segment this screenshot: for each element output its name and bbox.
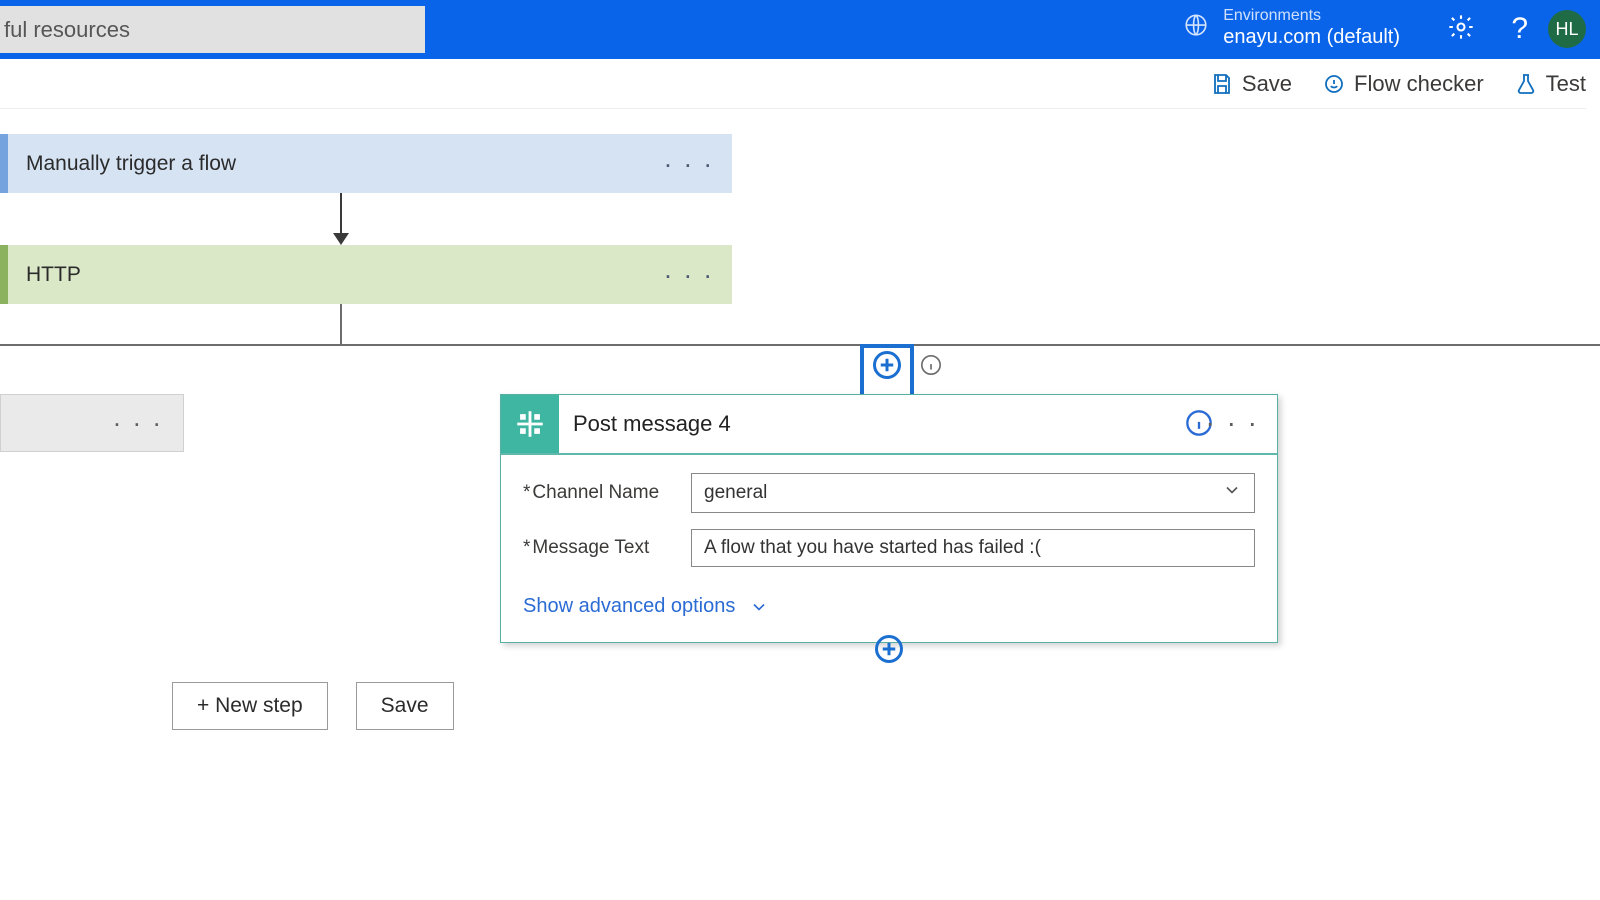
connector-line: [340, 304, 342, 344]
flow-checker-action[interactable]: Flow checker: [1322, 71, 1484, 97]
ellipsis-icon[interactable]: · · ·: [1205, 407, 1259, 439]
help-icon[interactable]: ?: [1511, 12, 1528, 46]
slack-icon: [501, 395, 559, 453]
test-action[interactable]: Test: [1514, 71, 1586, 97]
chevron-down-icon: [749, 597, 769, 617]
http-card[interactable]: HTTP · · ·: [0, 245, 732, 304]
post-message-header[interactable]: Post message 4 · · ·: [501, 395, 1277, 453]
globe-icon: [1183, 12, 1209, 43]
arrow-down-icon: [340, 193, 342, 243]
save-button[interactable]: Save: [356, 682, 454, 730]
bottom-buttons: + New step Save: [172, 682, 454, 730]
info-icon[interactable]: [920, 354, 942, 381]
branch-left-card[interactable]: · · ·: [0, 394, 184, 452]
branch-line: [0, 344, 1600, 346]
ellipsis-icon[interactable]: · · ·: [664, 148, 714, 179]
message-text-input[interactable]: [691, 529, 1255, 567]
top-bar: Environments enayu.com (default) ? HL: [0, 0, 1600, 59]
search-input[interactable]: [0, 6, 425, 53]
channel-name-select[interactable]: general: [691, 473, 1255, 513]
add-step-plus-icon[interactable]: [874, 634, 904, 669]
ellipsis-icon[interactable]: · · ·: [664, 259, 714, 290]
settings-icon[interactable]: [1447, 13, 1475, 46]
action-bar: Save Flow checker Test: [0, 59, 1586, 109]
post-message-title: Post message 4: [573, 411, 731, 437]
post-message-card: Post message 4 · · · *Channel Name gener…: [500, 394, 1278, 643]
plus-circle-icon[interactable]: [872, 348, 902, 385]
ellipsis-icon[interactable]: · · ·: [113, 408, 163, 439]
message-text-label: *Message Text: [523, 537, 691, 559]
trigger-title: Manually trigger a flow: [26, 152, 236, 176]
trigger-card[interactable]: Manually trigger a flow · · ·: [0, 134, 732, 193]
show-advanced-link[interactable]: Show advanced options: [523, 595, 769, 618]
avatar[interactable]: HL: [1548, 10, 1586, 48]
new-step-button[interactable]: + New step: [172, 682, 328, 730]
http-title: HTTP: [26, 263, 81, 287]
save-action[interactable]: Save: [1210, 71, 1292, 97]
chevron-down-icon: [1222, 480, 1242, 506]
environment-text: Environments enayu.com (default): [1223, 6, 1400, 49]
environment-picker[interactable]: Environments enayu.com (default): [1183, 6, 1400, 49]
channel-name-label: *Channel Name: [523, 482, 691, 504]
